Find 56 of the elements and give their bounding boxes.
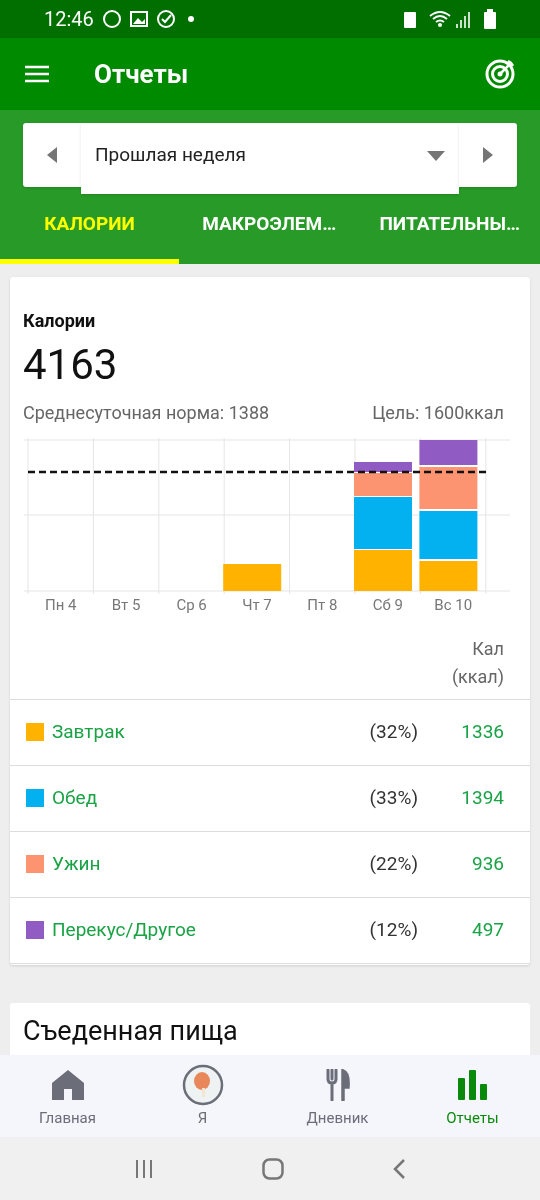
report-tab[interactable]: ПИТАТЕЛЬНЫ… <box>359 193 540 264</box>
nav-tab[interactable]: Отчеты <box>405 1055 540 1137</box>
next-period-button[interactable] <box>459 123 517 187</box>
daily-average-text: Среднесуточная норма: 1388 <box>23 401 270 425</box>
goal-text: Цель: 1600ккал <box>372 401 505 425</box>
status-time: 12:46 <box>44 6 94 33</box>
nav-tab[interactable]: Я <box>135 1055 270 1137</box>
nav-tab[interactable]: Главная <box>0 1055 135 1137</box>
card-title: Калории <box>23 309 97 333</box>
meal-calories: 1394 <box>460 784 504 811</box>
caret-left-icon <box>47 147 57 163</box>
caret-right-icon <box>483 147 493 163</box>
day-label: Чт 7 <box>241 595 273 616</box>
day-label: Пт 8 <box>306 595 339 616</box>
previous-period-button[interactable] <box>23 123 81 187</box>
day-label: Ср 6 <box>175 595 208 616</box>
meal-name-link[interactable]: Обед <box>52 783 370 813</box>
column-header: Кал <box>472 636 504 661</box>
report-tab[interactable]: КАЛОРИИ <box>0 193 179 264</box>
avatar-icon <box>181 1063 224 1106</box>
day-label: Сб 9 <box>371 595 404 616</box>
bar-chart-icon <box>457 1069 488 1100</box>
card-title: Съеденная пища <box>23 1014 239 1049</box>
signal-icon <box>456 10 472 28</box>
calories-total: 4163 <box>23 339 119 391</box>
menu-icon[interactable] <box>24 64 50 84</box>
meal-calories: 936 <box>470 850 504 877</box>
meal-calories: 1336 <box>460 718 504 745</box>
back-icon[interactable] <box>392 1157 406 1180</box>
dot-icon <box>187 16 194 22</box>
day-label: Вс 10 <box>433 595 474 616</box>
day-label: Пн 4 <box>43 595 78 616</box>
meal-percent: (12%) <box>369 916 418 943</box>
fork-knife-icon <box>325 1068 350 1101</box>
column-header: (ккал) <box>451 664 504 689</box>
day-label: Вт 5 <box>110 595 142 616</box>
report-tab[interactable]: МАКРОЭЛЕМ… <box>179 193 360 264</box>
meal-name-link[interactable]: Перекус/Другое <box>52 915 370 945</box>
meal-percent: (32%) <box>369 718 418 745</box>
meal-percent: (22%) <box>369 850 418 877</box>
meal-calories: 497 <box>470 916 504 943</box>
check-circle-icon <box>155 9 176 29</box>
home-icon <box>50 1068 85 1101</box>
home-button-icon[interactable] <box>262 1157 284 1180</box>
recent-apps-icon[interactable] <box>134 1158 154 1179</box>
nav-tab[interactable]: Дневник <box>270 1055 405 1137</box>
period-dropdown[interactable]: Прошлая неделя <box>81 123 459 194</box>
image-icon <box>129 11 148 27</box>
target-icon[interactable] <box>484 58 516 90</box>
app-title: Отчеты <box>94 57 189 91</box>
wifi-icon <box>428 10 452 28</box>
meal-name-link[interactable]: Завтрак <box>52 717 370 747</box>
battery-icon <box>484 9 496 29</box>
meal-name-link[interactable]: Ужин <box>52 849 370 879</box>
meal-percent: (33%) <box>369 784 418 811</box>
dropdown-caret-icon <box>427 150 445 161</box>
